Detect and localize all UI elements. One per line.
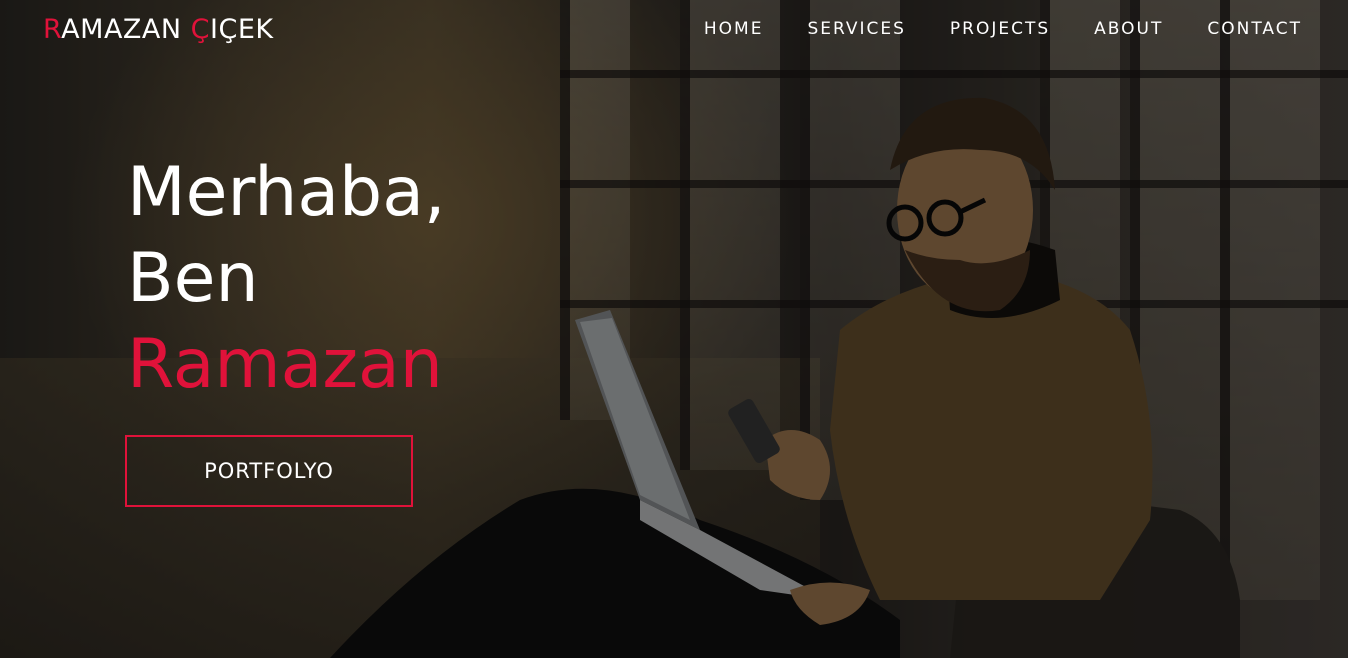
brand-logo-initial: R <box>43 14 62 45</box>
nav-projects[interactable]: PROJECTS <box>950 19 1050 39</box>
portfolio-button[interactable]: PORTFOLYO <box>125 435 413 507</box>
nav-contact[interactable]: CONTACT <box>1207 19 1302 39</box>
headline-name: Ramazan <box>127 325 443 404</box>
brand-logo-second-initial: Ç <box>190 14 211 45</box>
brand-logo-text: AMAZAN <box>61 14 191 45</box>
headline-line-1: Merhaba, <box>127 153 446 232</box>
main-nav: HOME SERVICES PROJECTS ABOUT CONTACT <box>704 19 1302 39</box>
nav-home[interactable]: HOME <box>704 19 764 39</box>
headline-line-2: Ben <box>127 239 259 318</box>
hero-headline: Merhaba, Ben Ramazan <box>127 150 445 408</box>
hero-section: RAMAZAN ÇIÇEK HOME SERVICES PROJECTS ABO… <box>0 0 1348 658</box>
nav-about[interactable]: ABOUT <box>1094 19 1163 39</box>
nav-services[interactable]: SERVICES <box>807 19 905 39</box>
brand-logo-text-2: IÇEK <box>210 14 274 45</box>
brand-logo[interactable]: RAMAZAN ÇIÇEK <box>43 14 274 45</box>
